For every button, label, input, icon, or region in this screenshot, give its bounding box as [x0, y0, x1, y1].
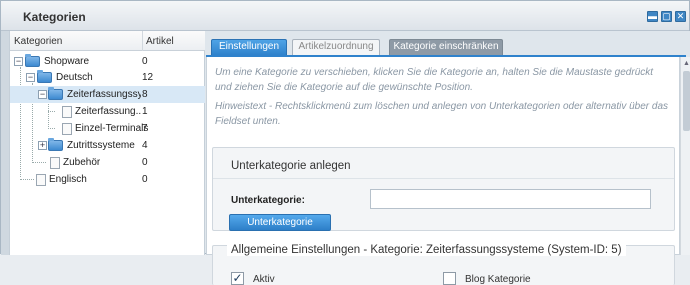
tree-row-count: 0	[142, 56, 148, 67]
tree-row-deutsch[interactable]: − Deutsch 12	[10, 69, 205, 86]
document-icon	[50, 157, 60, 169]
tree-row-shopware[interactable]: − Shopware 0	[10, 53, 205, 70]
fieldset-subcategory: Unterkategorie anlegen Unterkategorie: U…	[212, 147, 675, 243]
window-title: Kategorien	[23, 10, 86, 24]
tree-branch	[20, 179, 34, 180]
column-header-articles[interactable]: Artikel	[146, 36, 174, 47]
tab-kategorie-einschraenken[interactable]: Kategorie einschränken	[389, 39, 503, 55]
info-text-move: Um eine Kategorie zu verschieben, klicke…	[215, 67, 654, 93]
tree-row-zutrittssysteme[interactable]: + Zutrittssysteme 4	[10, 137, 205, 154]
scroll-up-icon[interactable]: ▲	[683, 60, 690, 67]
tree-row-count: 7	[142, 123, 148, 134]
tree-row-count: 1	[142, 106, 148, 117]
folder-icon	[25, 54, 40, 67]
tree-row-englisch[interactable]: Englisch 0	[10, 171, 205, 188]
create-subcategory-button[interactable]: Unterkategorie anlegen	[229, 214, 331, 243]
content-scrollbar[interactable]: ▲	[680, 57, 690, 255]
tree-row-label: Zutrittssysteme	[67, 140, 135, 151]
tree-row-label: Zeiterfassung...	[75, 106, 141, 117]
blog-category-checkbox[interactable]	[443, 272, 456, 285]
document-icon	[62, 106, 72, 118]
tree-row-label: Einzel-Terminals	[75, 123, 149, 134]
categories-window: Kategorien ▬ ▢ ✕ Kategorien Artikel − Sh…	[0, 0, 690, 285]
collapse-toggle-icon[interactable]: −	[26, 73, 35, 82]
folder-icon	[48, 138, 63, 151]
column-header-categories[interactable]: Kategorien	[14, 36, 62, 47]
tree-row-count: 4	[142, 140, 148, 151]
column-separator	[142, 31, 143, 51]
info-text-hint: Hinweistext - Rechtsklickmenü zum lösche…	[215, 101, 669, 127]
tree-row-zeiterfassung[interactable]: Zeiterfassung... 1	[10, 103, 205, 120]
tree-header: Kategorien Artikel	[10, 31, 205, 51]
tree-branch	[48, 128, 55, 129]
fieldset-divider	[213, 178, 674, 179]
fieldset-general-legend: Allgemeine Einstellungen - Kategorie: Ze…	[227, 244, 626, 256]
subcategory-input[interactable]	[370, 189, 651, 209]
subcategory-field-label: Unterkategorie:	[231, 195, 305, 206]
expand-toggle-icon[interactable]: +	[38, 141, 47, 150]
maximize-icon[interactable]: ▢	[661, 11, 672, 22]
tree-row-label: Shopware	[44, 56, 90, 67]
tree-row-count: 0	[142, 174, 148, 185]
tree-row-count: 0	[142, 157, 148, 168]
tree-row-label: Englisch	[49, 174, 87, 185]
collapse-toggle-icon[interactable]: −	[14, 57, 23, 66]
folder-icon	[48, 87, 63, 100]
close-icon[interactable]: ✕	[675, 11, 686, 22]
fieldset-subcategory-legend: Unterkategorie anlegen	[231, 160, 351, 172]
document-icon	[36, 174, 46, 186]
tree-branch	[48, 111, 55, 112]
collapse-toggle-icon[interactable]: −	[38, 90, 47, 99]
scroll-thumb[interactable]	[683, 71, 690, 131]
document-icon	[62, 123, 72, 135]
tab-einstellungen[interactable]: Einstellungen	[211, 39, 287, 55]
fieldset-general-settings: Allgemeine Einstellungen - Kategorie: Ze…	[212, 244, 675, 285]
tree-row-zubehoer[interactable]: Zubehör 0	[10, 154, 205, 171]
blog-category-label: Blog Kategorie	[465, 274, 531, 285]
category-tree: Kategorien Artikel − Shopware 0 − Deutsc…	[9, 31, 205, 255]
folder-icon	[37, 70, 52, 83]
settings-content: Um eine Kategorie zu verschieben, klicke…	[206, 57, 680, 285]
minimize-icon[interactable]: ▬	[647, 11, 658, 22]
tab-artikelzuordnung[interactable]: Artikelzuordnung	[292, 39, 380, 55]
tree-row-einzel-terminals[interactable]: Einzel-Terminals 7	[10, 120, 205, 137]
tree-row-label: Deutsch	[56, 72, 93, 83]
active-checkbox-label: Aktiv	[253, 274, 275, 285]
tree-row-count: 12	[142, 72, 154, 83]
tree-row-label: Zubehör	[63, 157, 101, 168]
tree-row-zeiterfassungssysteme[interactable]: − Zeiterfassungssy... 8	[10, 86, 205, 103]
tree-row-label: Zeiterfassungssy...	[67, 89, 141, 100]
active-checkbox[interactable]: ✓	[231, 272, 244, 285]
tree-row-count: 8	[142, 89, 148, 100]
window-titlebar[interactable]: Kategorien ▬ ▢ ✕	[1, 1, 689, 31]
main-panel: Einstellungen Artikelzuordnung Kategorie…	[206, 31, 690, 285]
tree-branch	[32, 162, 46, 163]
left-edge-strip	[1, 31, 9, 255]
